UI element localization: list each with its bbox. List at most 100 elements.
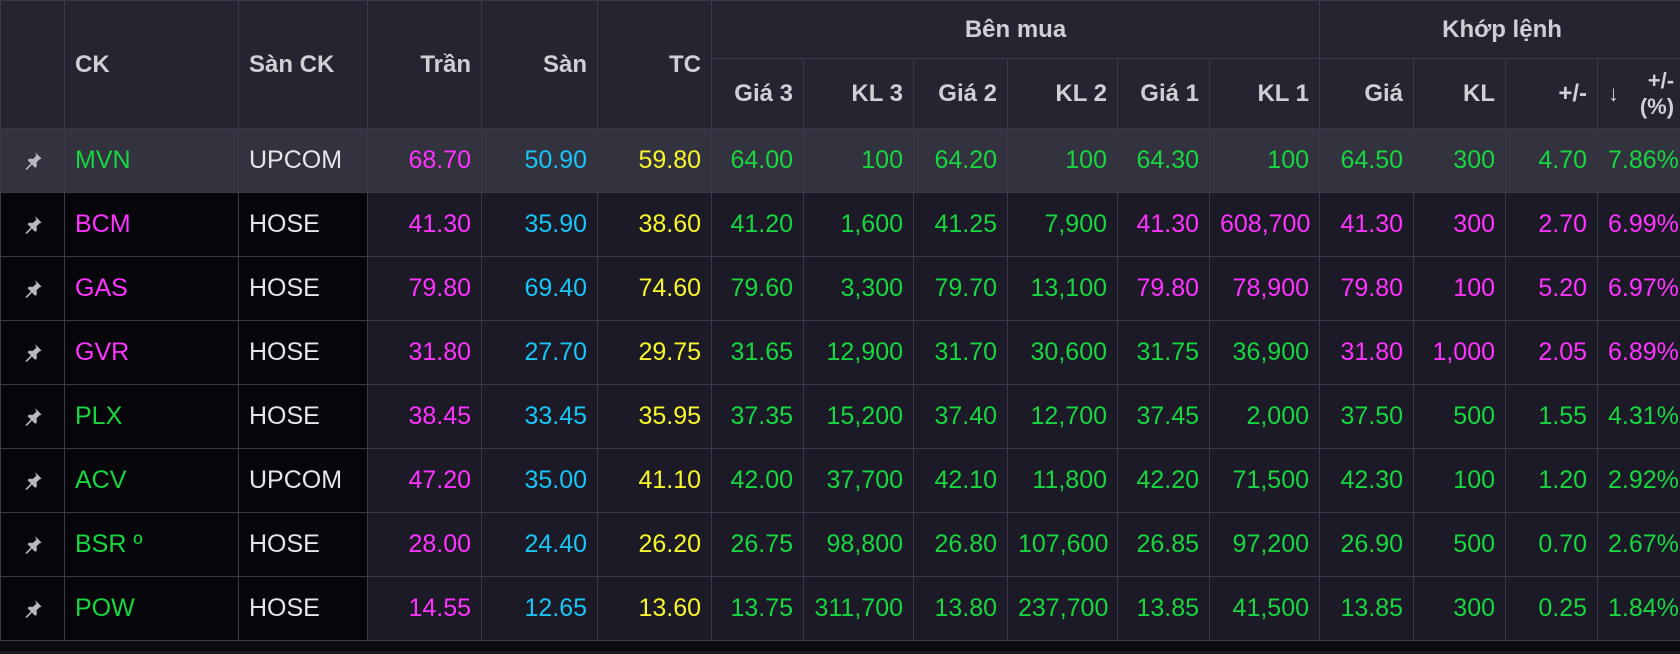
- exchange-cell: UPCOM: [238, 128, 368, 193]
- bid-price-1-cell[interactable]: 42.20: [1117, 448, 1210, 513]
- floor-cell: 12.65: [481, 576, 598, 641]
- bid-price-1-cell[interactable]: 31.75: [1117, 320, 1210, 385]
- change-cell: 1.20: [1505, 448, 1599, 513]
- bid-volume-3-cell: 15,200: [803, 384, 914, 449]
- ticker-cell[interactable]: MVN: [64, 128, 239, 193]
- ticker-cell[interactable]: GAS: [64, 256, 239, 321]
- bid-price-2-cell[interactable]: 26.80: [913, 512, 1008, 577]
- bid-price-1-cell[interactable]: 41.30: [1117, 192, 1210, 257]
- bid-price-1-cell[interactable]: 64.30: [1117, 128, 1210, 193]
- match-price-cell[interactable]: 31.80: [1319, 320, 1415, 385]
- header-tc[interactable]: TC: [597, 0, 712, 129]
- reference-cell: 13.60: [597, 576, 712, 641]
- bid-price-3-cell[interactable]: 26.75: [711, 512, 804, 577]
- bid-price-3-cell[interactable]: 79.60: [711, 256, 804, 321]
- header-kl2[interactable]: KL 2: [1007, 58, 1118, 129]
- table-row[interactable]: GVR HOSE 31.80 27.70 29.75 31.65 12,900 …: [0, 320, 1680, 385]
- bid-price-2-cell[interactable]: 13.80: [913, 576, 1008, 641]
- pin-icon[interactable]: [22, 534, 44, 556]
- bid-price-2-cell[interactable]: 64.20: [913, 128, 1008, 193]
- ceiling-cell: 31.80: [367, 320, 482, 385]
- table-row[interactable]: POW HOSE 14.55 12.65 13.60 13.75 311,700…: [0, 576, 1680, 641]
- floor-cell: 69.40: [481, 256, 598, 321]
- header-gia1[interactable]: Giá 1: [1117, 58, 1210, 129]
- header-kl1[interactable]: KL 1: [1208, 58, 1321, 129]
- pin-icon[interactable]: [22, 214, 44, 236]
- bid-price-1-cell[interactable]: 37.45: [1117, 384, 1210, 449]
- bid-volume-3-cell: 37,700: [803, 448, 914, 513]
- header-tran[interactable]: Trần: [367, 0, 482, 129]
- pin-icon[interactable]: [22, 470, 44, 492]
- bid-price-3-cell[interactable]: 42.00: [711, 448, 804, 513]
- table-row[interactable]: MVN UPCOM 68.70 50.90 59.80 64.00 100 64…: [0, 128, 1680, 193]
- bid-price-1-cell[interactable]: 26.85: [1117, 512, 1210, 577]
- ticker-cell[interactable]: BSR º: [64, 512, 239, 577]
- bid-price-2-cell[interactable]: 31.70: [913, 320, 1008, 385]
- pin-cell[interactable]: [0, 448, 65, 513]
- bid-price-2-cell[interactable]: 42.10: [913, 448, 1008, 513]
- change-cell: 4.70: [1505, 128, 1599, 193]
- pin-cell[interactable]: [0, 512, 65, 577]
- match-price-cell[interactable]: 37.50: [1319, 384, 1415, 449]
- ticker-cell[interactable]: POW: [64, 576, 239, 641]
- bid-price-2-cell[interactable]: 37.40: [913, 384, 1008, 449]
- bid-price-2-cell[interactable]: 41.25: [913, 192, 1008, 257]
- pin-cell[interactable]: [0, 320, 65, 385]
- bid-price-3-cell[interactable]: 41.20: [711, 192, 804, 257]
- table-row[interactable]: PLX HOSE 38.45 33.45 35.95 37.35 15,200 …: [0, 384, 1680, 449]
- header-change[interactable]: +/-: [1505, 58, 1599, 129]
- pin-cell[interactable]: [0, 384, 65, 449]
- ticker-cell[interactable]: BCM: [64, 192, 239, 257]
- ceiling-cell: 68.70: [367, 128, 482, 193]
- header-ben-mua: Bên mua: [710, 0, 1321, 59]
- match-price-cell[interactable]: 42.30: [1319, 448, 1415, 513]
- pin-icon[interactable]: [22, 342, 44, 364]
- bid-price-3-cell[interactable]: 13.75: [711, 576, 804, 641]
- match-price-cell[interactable]: 79.80: [1319, 256, 1415, 321]
- table-row[interactable]: BSR º HOSE 28.00 24.40 26.20 26.75 98,80…: [0, 512, 1680, 577]
- reference-cell: 26.20: [597, 512, 712, 577]
- header-san[interactable]: Sàn: [481, 0, 598, 129]
- pin-icon[interactable]: [22, 278, 44, 300]
- header-san-ck[interactable]: Sàn CK: [238, 0, 368, 129]
- bid-price-3-cell[interactable]: 37.35: [711, 384, 804, 449]
- change-cell: 2.05: [1505, 320, 1599, 385]
- pin-cell[interactable]: [0, 576, 65, 641]
- bid-volume-2-cell: 11,800: [1007, 448, 1118, 513]
- header-kl3[interactable]: KL 3: [803, 58, 914, 129]
- pin-icon[interactable]: [22, 598, 44, 620]
- pin-icon[interactable]: [22, 406, 44, 428]
- bid-volume-3-cell: 1,600: [803, 192, 914, 257]
- bid-price-3-cell[interactable]: 31.65: [711, 320, 804, 385]
- header-change-pct[interactable]: ↓ +/- (%): [1597, 58, 1680, 129]
- match-price-cell[interactable]: 64.50: [1319, 128, 1415, 193]
- floor-cell: 33.45: [481, 384, 598, 449]
- pin-cell[interactable]: [0, 192, 65, 257]
- header-kl[interactable]: KL: [1413, 58, 1507, 129]
- header-gia3[interactable]: Giá 3: [711, 58, 804, 129]
- ceiling-cell: 47.20: [367, 448, 482, 513]
- ceiling-cell: 28.00: [367, 512, 482, 577]
- bid-price-3-cell[interactable]: 64.00: [711, 128, 804, 193]
- change-cell: 0.70: [1505, 512, 1599, 577]
- ticker-cell[interactable]: ACV: [64, 448, 239, 513]
- match-price-cell[interactable]: 26.90: [1319, 512, 1415, 577]
- header-gia2[interactable]: Giá 2: [913, 58, 1008, 129]
- bid-price-1-cell[interactable]: 13.85: [1117, 576, 1210, 641]
- table-row[interactable]: BCM HOSE 41.30 35.90 38.60 41.20 1,600 4…: [0, 192, 1680, 257]
- header-ck[interactable]: CK: [64, 0, 239, 129]
- bid-price-1-cell[interactable]: 79.80: [1117, 256, 1210, 321]
- header-gia[interactable]: Giá: [1319, 58, 1415, 129]
- pin-icon[interactable]: [22, 150, 44, 172]
- table-row[interactable]: GAS HOSE 79.80 69.40 74.60 79.60 3,300 7…: [0, 256, 1680, 321]
- arrow-down-icon[interactable]: ↓: [1608, 81, 1619, 107]
- bid-price-2-cell[interactable]: 79.70: [913, 256, 1008, 321]
- ticker-cell[interactable]: PLX: [64, 384, 239, 449]
- match-volume-cell: 300: [1413, 576, 1507, 641]
- match-price-cell[interactable]: 13.85: [1319, 576, 1415, 641]
- pin-cell[interactable]: [0, 128, 65, 193]
- match-price-cell[interactable]: 41.30: [1319, 192, 1415, 257]
- table-row[interactable]: ACV UPCOM 47.20 35.00 41.10 42.00 37,700…: [0, 448, 1680, 513]
- pin-cell[interactable]: [0, 256, 65, 321]
- ticker-cell[interactable]: GVR: [64, 320, 239, 385]
